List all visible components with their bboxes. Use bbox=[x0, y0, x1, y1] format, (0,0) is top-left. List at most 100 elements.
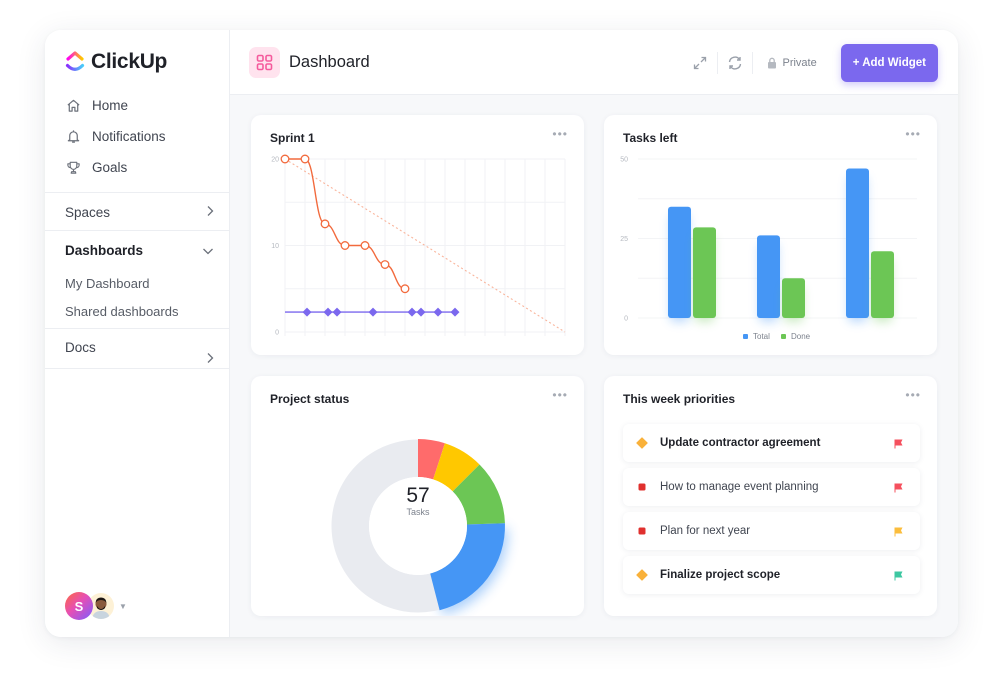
chevron-right-icon bbox=[206, 352, 214, 367]
sidebar-item-spaces[interactable]: Spaces bbox=[45, 193, 230, 231]
divider bbox=[752, 52, 754, 74]
bar-total bbox=[757, 235, 780, 318]
widget-title: This week priorities bbox=[623, 392, 736, 406]
home-icon bbox=[65, 98, 81, 114]
brand-name: ClickUp bbox=[91, 50, 168, 73]
dashboards-label: Dashboards bbox=[65, 242, 144, 258]
page-title: Dashboard bbox=[289, 53, 370, 71]
clickup-logo[interactable]: ClickUp bbox=[65, 50, 167, 74]
bar-total bbox=[846, 168, 869, 318]
expand-button[interactable] bbox=[683, 44, 717, 82]
burndown-point bbox=[340, 241, 350, 250]
tasks-left-widget: Tasks left ••• 0 25 50 Total Done bbox=[604, 115, 937, 355]
flag-icon[interactable] bbox=[892, 570, 904, 581]
add-widget-button[interactable]: + Add Widget bbox=[840, 44, 938, 82]
scope-point bbox=[368, 307, 378, 317]
total-tasks-value: 57 bbox=[406, 484, 430, 507]
tasks-left-chart: 0 25 50 Total Done bbox=[620, 157, 917, 341]
total-tasks-label: Tasks bbox=[406, 507, 430, 517]
spaces-section: Spaces bbox=[45, 192, 230, 231]
privacy-toggle[interactable]: Private bbox=[767, 57, 817, 69]
avatar-initial: S bbox=[65, 592, 93, 620]
flag-icon[interactable] bbox=[892, 482, 904, 493]
trophy-icon bbox=[65, 160, 81, 176]
sidebar-item-home[interactable]: Home bbox=[65, 90, 166, 121]
legend-swatch bbox=[781, 334, 786, 339]
sprint-chart: 0 10 20 bbox=[271, 154, 566, 337]
diamond-icon bbox=[635, 569, 649, 581]
priorities-widget: This week priorities ••• Update contract… bbox=[604, 376, 937, 616]
chevron-right-icon bbox=[206, 205, 214, 220]
y-tick-label: 25 bbox=[620, 236, 628, 243]
burndown-point bbox=[300, 154, 310, 164]
sidebar-item-label: Goals bbox=[92, 160, 128, 175]
top-header: Dashboard Private + Add Widget bbox=[230, 30, 958, 95]
y-tick-label: 20 bbox=[271, 157, 279, 164]
priority-item[interactable]: How to manage event planning bbox=[623, 468, 920, 506]
y-tick-label: 10 bbox=[271, 243, 279, 250]
priority-text: How to manage event planning bbox=[660, 481, 819, 493]
clickup-logo-icon bbox=[65, 51, 85, 71]
square-status-icon bbox=[635, 527, 649, 535]
expand-icon bbox=[694, 56, 707, 70]
burndown-point bbox=[360, 241, 370, 250]
legend-label: Done bbox=[791, 332, 811, 341]
scope-point bbox=[450, 307, 460, 317]
sidebar-item-dashboards[interactable]: Dashboards bbox=[45, 231, 230, 269]
project-status-widget: Project status ••• 57 Tasks bbox=[251, 376, 584, 616]
sidebar-item-goals[interactable]: Goals bbox=[65, 152, 166, 183]
priority-item[interactable]: Update contractor agreement bbox=[623, 424, 920, 462]
sidebar-item-notifications[interactable]: Notifications bbox=[65, 121, 166, 152]
docs-label: Docs bbox=[65, 340, 96, 355]
legend-label: Total bbox=[753, 332, 770, 341]
app-window: ClickUp Home Notifications Goals Spaces … bbox=[45, 30, 958, 637]
bar-done bbox=[693, 227, 716, 318]
docs-section: Docs bbox=[45, 328, 230, 369]
burndown-point bbox=[380, 260, 390, 269]
dashboard-content: Sprint 1 ••• 0 10 20 Tasks left ••• 0 25 50 T… bbox=[230, 95, 958, 637]
privacy-label: Private bbox=[782, 57, 817, 69]
flag-icon[interactable] bbox=[892, 526, 904, 537]
diamond-icon bbox=[635, 437, 649, 449]
burndown-point bbox=[400, 284, 410, 294]
spaces-label: Spaces bbox=[65, 204, 111, 220]
y-tick-label: 0 bbox=[624, 316, 628, 323]
more-options-icon[interactable]: ••• bbox=[905, 388, 921, 402]
priority-item[interactable]: Plan for next year bbox=[623, 512, 920, 550]
dashboard-icon bbox=[249, 47, 280, 78]
priority-text: Finalize project scope bbox=[660, 569, 781, 581]
sidebar-item-label: Home bbox=[92, 98, 129, 113]
caret-down-icon: ▼ bbox=[119, 601, 127, 611]
sidebar-item-my-dashboard[interactable]: My Dashboard bbox=[45, 269, 230, 297]
bar-done bbox=[871, 251, 894, 318]
dashboards-section: Dashboards My Dashboard Shared dashboard… bbox=[45, 230, 230, 325]
scope-point bbox=[433, 307, 443, 317]
sidebar: ClickUp Home Notifications Goals Spaces … bbox=[45, 30, 230, 637]
sidebar-item-docs[interactable]: Docs bbox=[45, 329, 230, 368]
bar-done bbox=[782, 278, 805, 318]
bar-total bbox=[668, 206, 691, 318]
bell-icon bbox=[65, 129, 81, 145]
sprint-widget: Sprint 1 ••• 0 10 20 bbox=[251, 115, 584, 355]
scope-point bbox=[332, 307, 342, 317]
sidebar-item-shared-dashboards[interactable]: Shared dashboards bbox=[45, 297, 230, 325]
y-tick-label: 50 bbox=[620, 157, 628, 164]
priority-text: Plan for next year bbox=[660, 525, 751, 537]
user-menu[interactable]: S ▼ bbox=[65, 592, 127, 620]
priority-list: Update contractor agreement How to manag… bbox=[623, 424, 920, 600]
flag-icon[interactable] bbox=[892, 438, 904, 449]
header-toolbar: Private + Add Widget bbox=[683, 44, 938, 82]
donut-center: 57 Tasks bbox=[378, 484, 458, 518]
scope-point bbox=[407, 307, 417, 317]
lock-icon bbox=[768, 57, 777, 69]
refresh-button[interactable] bbox=[718, 44, 752, 82]
chevron-down-icon bbox=[202, 243, 214, 258]
burndown-point bbox=[280, 154, 290, 164]
priority-text: Update contractor agreement bbox=[660, 437, 821, 449]
legend-swatch bbox=[743, 334, 748, 339]
priority-item[interactable]: Finalize project scope bbox=[623, 556, 920, 594]
y-tick-label: 0 bbox=[275, 330, 279, 337]
scope-point bbox=[302, 307, 312, 317]
main-nav: Home Notifications Goals bbox=[65, 90, 166, 183]
square-status-icon bbox=[635, 483, 649, 491]
